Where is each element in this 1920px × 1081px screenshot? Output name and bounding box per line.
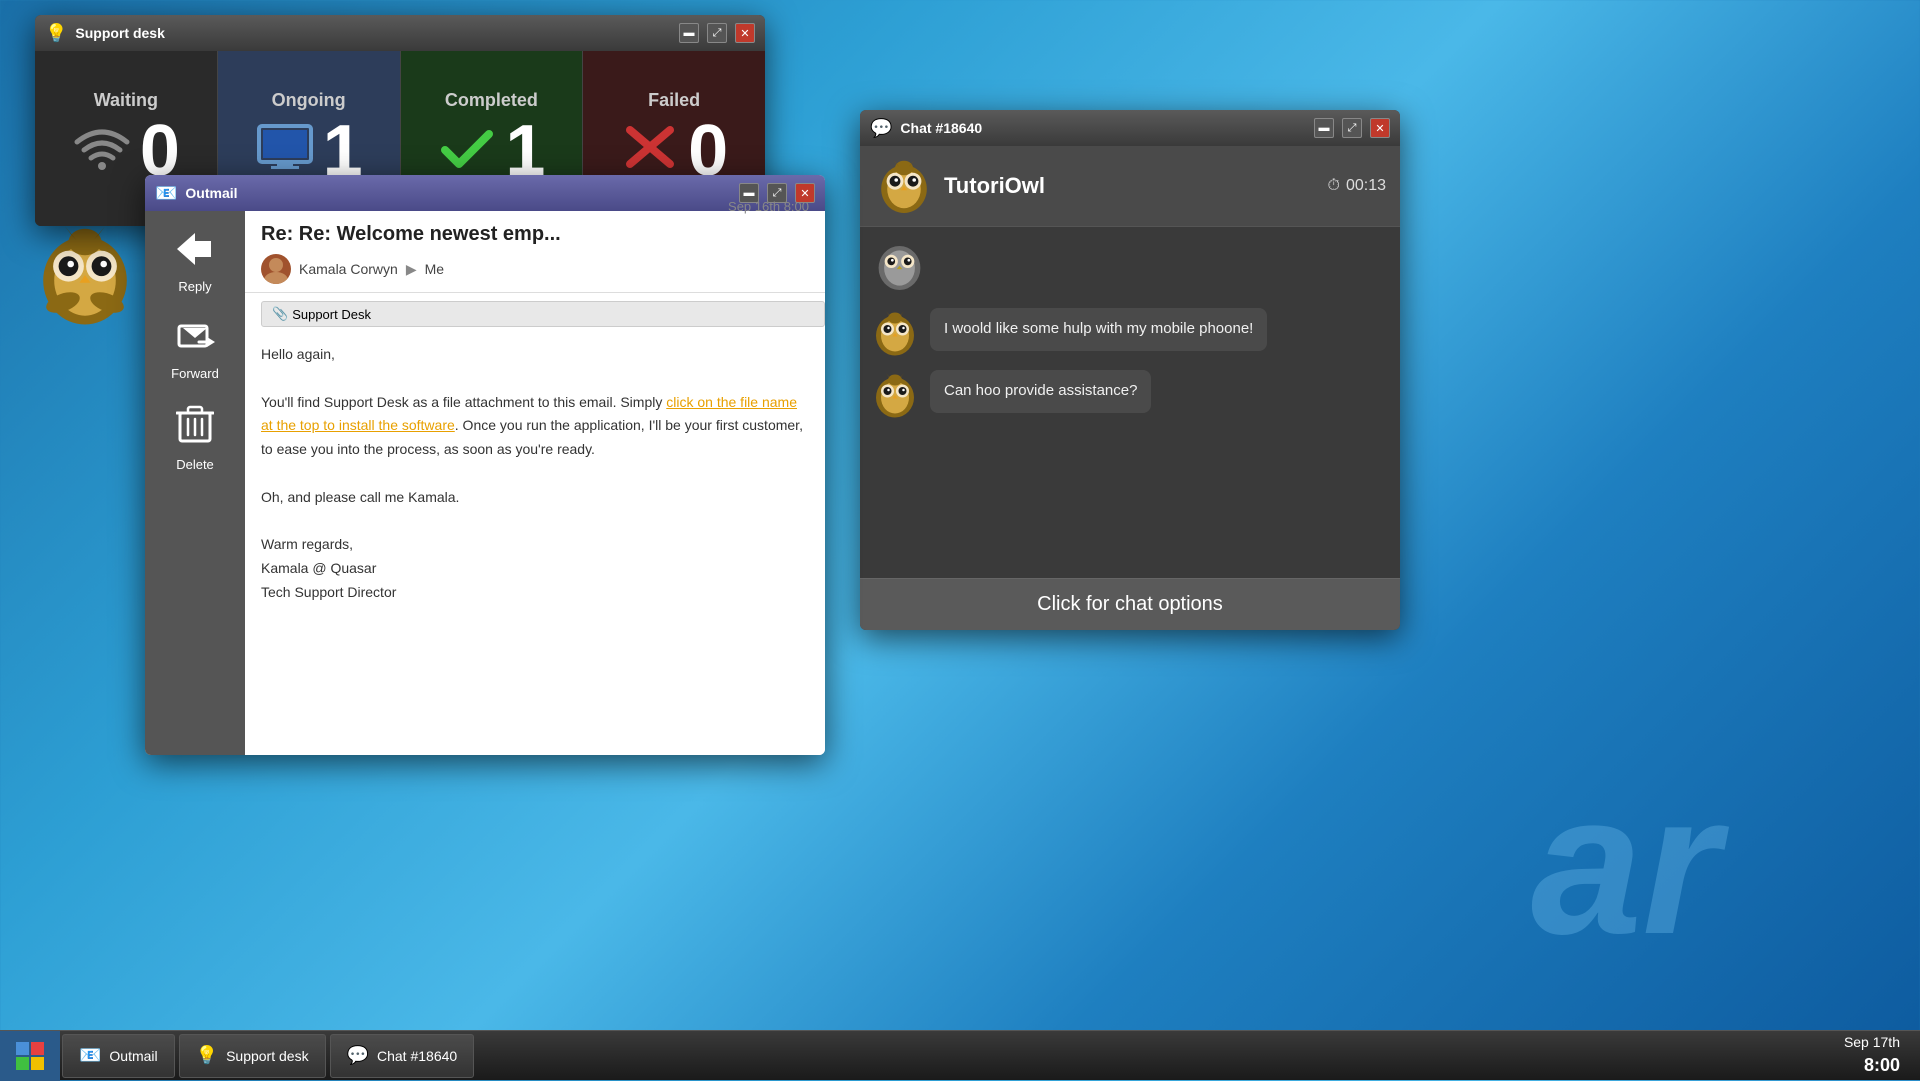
desktop-owl-icon [30,220,140,330]
arrow-icon: ▶ [406,261,417,278]
chat-ghost-avatar-row [860,227,1400,298]
email-body-greeting: Hello again, [261,343,809,367]
chat-msg-1-text: I woold like some hulp with my mobile ph… [930,308,1267,351]
sender-avatar [261,254,291,284]
chat-msg-1: I woold like some hulp with my mobile ph… [870,308,1390,358]
taskbar-chat-item[interactable]: 💬 Chat #18640 [330,1034,475,1078]
taskbar-date: Sep 17th [1844,1033,1900,1053]
attachment-name: Support Desk [292,307,371,322]
chat-header: TutoriOwl ⏱ 00:13 [860,146,1400,227]
chat-msg-2: Can hoo provide assistance? [870,370,1390,420]
taskbar: 📧 Outmail 💡 Support desk 💬 Chat #18640 S… [0,1030,1920,1080]
chat-window: 💬 Chat #18640 ▬ ⤢ ✕ TutoriOwl [860,110,1400,630]
taskbar-start-btn[interactable] [0,1031,60,1081]
email-body-sign1: Warm regards, [261,533,809,557]
reply-label: Reply [178,279,211,294]
email-body-sign3: Tech Support Director [261,581,809,605]
outmail-sidebar: Reply Forward [145,211,245,755]
chat-messages: I woold like some hulp with my mobile ph… [860,298,1400,578]
outmail-body: Reply Forward [145,211,825,755]
taskbar-support-item[interactable]: 💡 Support desk [179,1034,326,1078]
chat-timer-value: 00:13 [1346,177,1386,195]
delete-button[interactable]: Delete [150,395,240,482]
delete-label: Delete [176,457,214,472]
chat-timer: ⏱ 00:13 [1327,177,1386,195]
taskbar-clock: Sep 17th 8:00 [1844,1033,1920,1078]
email-from-row: Kamala Corwyn ▶ Me [261,254,809,284]
forward-label: Forward [171,366,219,381]
taskbar-outmail-label: Outmail [109,1048,157,1064]
clock-icon: ⏱ [1327,177,1339,195]
email-body-sign2: Kamala @ Quasar [261,557,809,581]
email-body: Hello again, You'll find Support Desk as… [245,331,825,617]
email-body-para1: You'll find Support Desk as a file attac… [261,391,809,462]
outmail-title: Outmail [185,185,731,201]
taskbar-chat-label: Chat #18640 [377,1048,457,1064]
support-close-btn[interactable]: ✕ [735,23,755,43]
stat-ongoing-label: Ongoing [272,90,346,111]
email-subject: Re: Re: Welcome newest emp... [261,223,561,246]
chat-minimize-btn[interactable]: ▬ [1314,118,1334,138]
support-desk-titlebar: 💡 Support desk ▬ ⤢ ✕ [35,15,765,51]
chat-close-btn[interactable]: ✕ [1370,118,1390,138]
chat-maximize-btn[interactable]: ⤢ [1342,118,1362,138]
email-date: Sep 16th 8:00 [728,199,809,214]
stat-waiting-label: Waiting [94,90,158,111]
screen-icon [255,122,315,181]
chat-msg-2-avatar [870,370,920,420]
support-maximize-btn[interactable]: ⤢ [707,23,727,43]
reply-button[interactable]: Reply [150,221,240,304]
ghost-owl-avatar [872,235,927,290]
chat-msg-1-avatar [870,308,920,358]
check-icon [437,122,497,181]
delete-icon [176,405,214,453]
taskbar-chat-icon: 💬 [347,1045,369,1066]
desktop-watermark: ar [1531,750,1720,980]
chat-header-name: TutoriOwl [944,173,1317,199]
email-header: Re: Re: Welcome newest emp... Sep 16th 8… [245,211,825,293]
attachment-tag[interactable]: 📎 Support Desk [261,301,825,327]
reply-icon [175,231,215,275]
support-minimize-btn[interactable]: ▬ [679,23,699,43]
stat-failed-label: Failed [648,90,700,111]
paperclip-icon: 📎 [272,306,288,322]
outmail-window: 📧 Outmail ▬ ⤢ ✕ Reply [145,175,825,755]
outmail-titlebar: 📧 Outmail ▬ ⤢ ✕ [145,175,825,211]
support-desk-title: Support desk [75,25,671,41]
taskbar-time: 8:00 [1844,1053,1900,1078]
chat-owl-avatar [874,156,934,216]
sender-name: Kamala Corwyn [299,261,398,277]
recipient-name: Me [425,261,444,277]
email-link[interactable]: click on the file name at the top to ins… [261,394,797,434]
taskbar-support-label: Support desk [226,1048,309,1064]
chat-options-label: Click for chat options [1037,593,1223,615]
forward-icon [175,318,215,362]
chat-options-button[interactable]: Click for chat options [860,578,1400,630]
cross-icon [620,122,680,181]
taskbar-support-icon: 💡 [196,1045,218,1066]
chat-msg-2-text: Can hoo provide assistance? [930,370,1151,413]
forward-button[interactable]: Forward [150,308,240,391]
stat-completed-label: Completed [445,90,538,111]
outmail-content: Re: Re: Welcome newest emp... Sep 16th 8… [245,211,825,755]
email-body-para2: Oh, and please call me Kamala. [261,486,809,510]
taskbar-outmail-item[interactable]: 📧 Outmail [62,1034,175,1078]
taskbar-outmail-icon: 📧 [79,1045,101,1066]
chat-window-title: Chat #18640 [900,120,1306,136]
chat-titlebar: 💬 Chat #18640 ▬ ⤢ ✕ [860,110,1400,146]
wifi-icon [72,122,132,181]
